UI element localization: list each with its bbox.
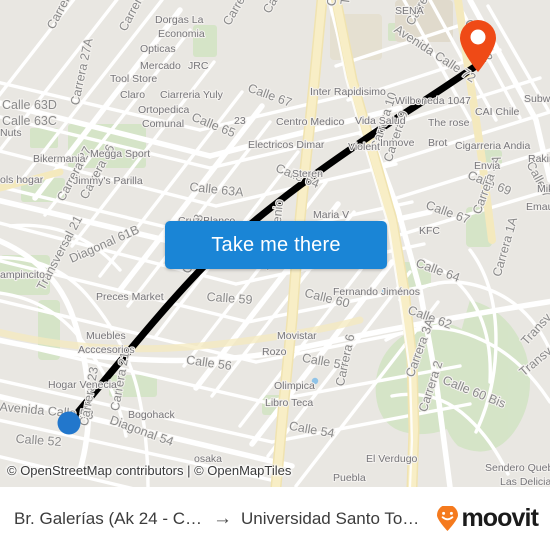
map-poi-label: Puebla bbox=[333, 472, 366, 484]
map-poi-label: Mik bbox=[537, 183, 550, 195]
trip-destination-label: Universidad Santo Tom... bbox=[241, 508, 421, 528]
map-poi-label: The rose bbox=[428, 117, 470, 129]
map-poi-label: Olimpica bbox=[274, 380, 315, 392]
map-poi-label: Sendero Quebra bbox=[485, 462, 550, 474]
map-poi-label: Rakira bbox=[528, 153, 550, 165]
map-poi-label: Subwa bbox=[524, 93, 550, 105]
map-poi-label: Claro bbox=[120, 89, 145, 101]
map-poi-label: Brot bbox=[428, 137, 447, 149]
trip-footer: Br. Galerías (Ak 24 - Cl 5... → Universi… bbox=[0, 487, 550, 550]
map-poi-label: Ortopedica bbox=[138, 104, 190, 116]
trip-summary: Br. Galerías (Ak 24 - Cl 5... → Universi… bbox=[0, 509, 420, 529]
map-poi-label: Bogohack bbox=[128, 409, 175, 421]
map-poi-label: 23 bbox=[234, 115, 246, 127]
map-poi-label: Nuts bbox=[0, 127, 22, 139]
map-poi-label: Tool Store bbox=[110, 73, 157, 85]
map-poi-label: Megga Sport bbox=[90, 148, 150, 160]
origin-marker[interactable] bbox=[57, 411, 81, 435]
map-poi-label: Opticas bbox=[140, 43, 176, 55]
map-poi-label: Movistar bbox=[277, 330, 317, 342]
trip-origin-label: Br. Galerías (Ak 24 - Cl 5... bbox=[14, 508, 204, 528]
map-poi-label: Dorgas La bbox=[155, 14, 204, 26]
map-poi-label: Mercado bbox=[140, 60, 181, 72]
map-poi-label: Electricos Dimar bbox=[248, 139, 325, 151]
map-poi-label: Bikermania bbox=[33, 153, 86, 165]
moovit-wordmark: moovit bbox=[461, 504, 538, 532]
map-poi-label: Wilboneda 1047 bbox=[395, 95, 471, 107]
map-poi-label: Jimmy's Parilla bbox=[73, 175, 143, 187]
moovit-logo: moovit bbox=[436, 504, 539, 532]
map-poi-label: Centro Medico bbox=[276, 116, 344, 128]
map-poi-label: Vida Salud bbox=[355, 115, 406, 127]
map-poi-label: SENA bbox=[395, 5, 424, 17]
map-poi-label: Rozo bbox=[262, 346, 287, 358]
map-poi-label: Acccesorios bbox=[78, 344, 135, 356]
map-poi-label: JRC bbox=[188, 60, 209, 72]
map-poi-label: Envia bbox=[474, 160, 500, 172]
map-poi-label: Maria V bbox=[313, 209, 349, 221]
moovit-trip-map-screen: Carrera 28Carrera 27ACarrera 26Carrera 2… bbox=[0, 0, 550, 550]
map-street-label: Calle 63C bbox=[2, 114, 57, 128]
map-poi-label: Steren bbox=[292, 168, 323, 180]
map-poi-label: Fernando Jiménos bbox=[333, 286, 420, 298]
take-me-there-button[interactable]: Take me there bbox=[165, 221, 387, 269]
map-attribution[interactable]: © OpenStreetMap contributors | © OpenMap… bbox=[7, 463, 291, 478]
map-poi-label: Hogar Venecia bbox=[48, 379, 117, 391]
map-poi-label: Economia bbox=[158, 28, 205, 40]
map-poi-label: Cigarreria Andia bbox=[455, 140, 530, 152]
map-poi-label: Libro Teca bbox=[265, 397, 313, 409]
map-poi-label: Comunal bbox=[142, 118, 184, 130]
map-street-label: Calle 63D bbox=[2, 98, 57, 112]
moovit-pin-icon bbox=[437, 505, 459, 531]
map-poi-label: Preces Market bbox=[96, 291, 164, 303]
map-poi-label: Inmove bbox=[380, 137, 415, 149]
map-poi-label: CAI Chile bbox=[475, 106, 520, 118]
map-poi-label: Muebles bbox=[86, 330, 126, 342]
map-poi-label: KFC bbox=[419, 225, 440, 237]
map-poi-label: Emaus bbox=[526, 201, 550, 213]
map-poi-label: Las Delicias bbox=[500, 476, 550, 487]
arrow-right-icon: → bbox=[213, 508, 232, 529]
map-poi-label: ols hogar bbox=[0, 174, 44, 186]
map-poi-label: Ciarreria Yuly bbox=[160, 89, 224, 101]
map-poi-label: El Verdugo bbox=[366, 453, 418, 465]
map-poi-label: ampincito bbox=[0, 269, 45, 281]
map-poi-label: Inter Rapidisimo bbox=[310, 86, 386, 98]
map-poi-label: Violent bbox=[348, 141, 380, 153]
